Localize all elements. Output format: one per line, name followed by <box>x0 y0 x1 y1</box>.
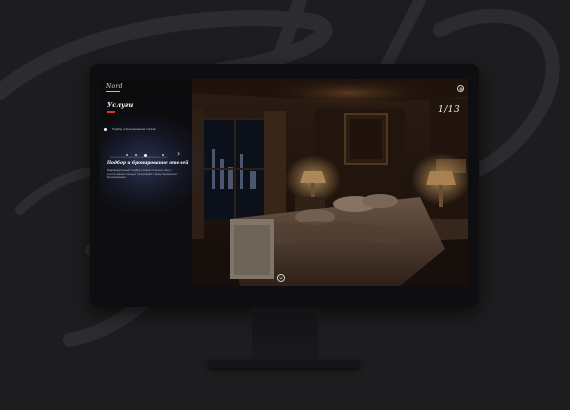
chevron-down-circle-icon <box>279 277 283 280</box>
slide-pager: › <box>126 150 186 159</box>
menu-button[interactable] <box>457 85 464 92</box>
monitor-stand-neck <box>252 307 318 363</box>
pager-dot-active[interactable] <box>144 153 147 157</box>
logo-underline <box>106 91 120 92</box>
menu-circle-icon <box>459 87 462 90</box>
pager-dot[interactable] <box>162 154 164 156</box>
pager-dot[interactable] <box>126 154 128 156</box>
slide-counter: 1/13 <box>438 105 461 115</box>
title-accent-line <box>107 111 115 113</box>
pager-dot[interactable] <box>135 154 137 156</box>
website-screen: Nord Услуги Подбор и бронирование отелей… <box>100 79 468 286</box>
scroll-down-button[interactable] <box>277 274 285 282</box>
next-arrow-icon[interactable]: › <box>177 150 180 158</box>
service-heading: Подбор и бронирование отелей <box>107 161 189 166</box>
active-dot-icon <box>104 128 107 131</box>
services-panel: Nord Услуги Подбор и бронирование отелей… <box>100 79 210 286</box>
panel-title: Услуги <box>107 101 134 109</box>
monitor-stand-base <box>208 360 360 368</box>
service-menu-item-hotels[interactable]: Подбор и бронирование отелей <box>104 128 156 131</box>
service-menu-label: Подбор и бронирование отелей <box>112 128 156 131</box>
site-logo[interactable]: Nord <box>106 84 123 90</box>
service-description: Индивидуальный подбор отелей по всему ми… <box>107 169 177 180</box>
